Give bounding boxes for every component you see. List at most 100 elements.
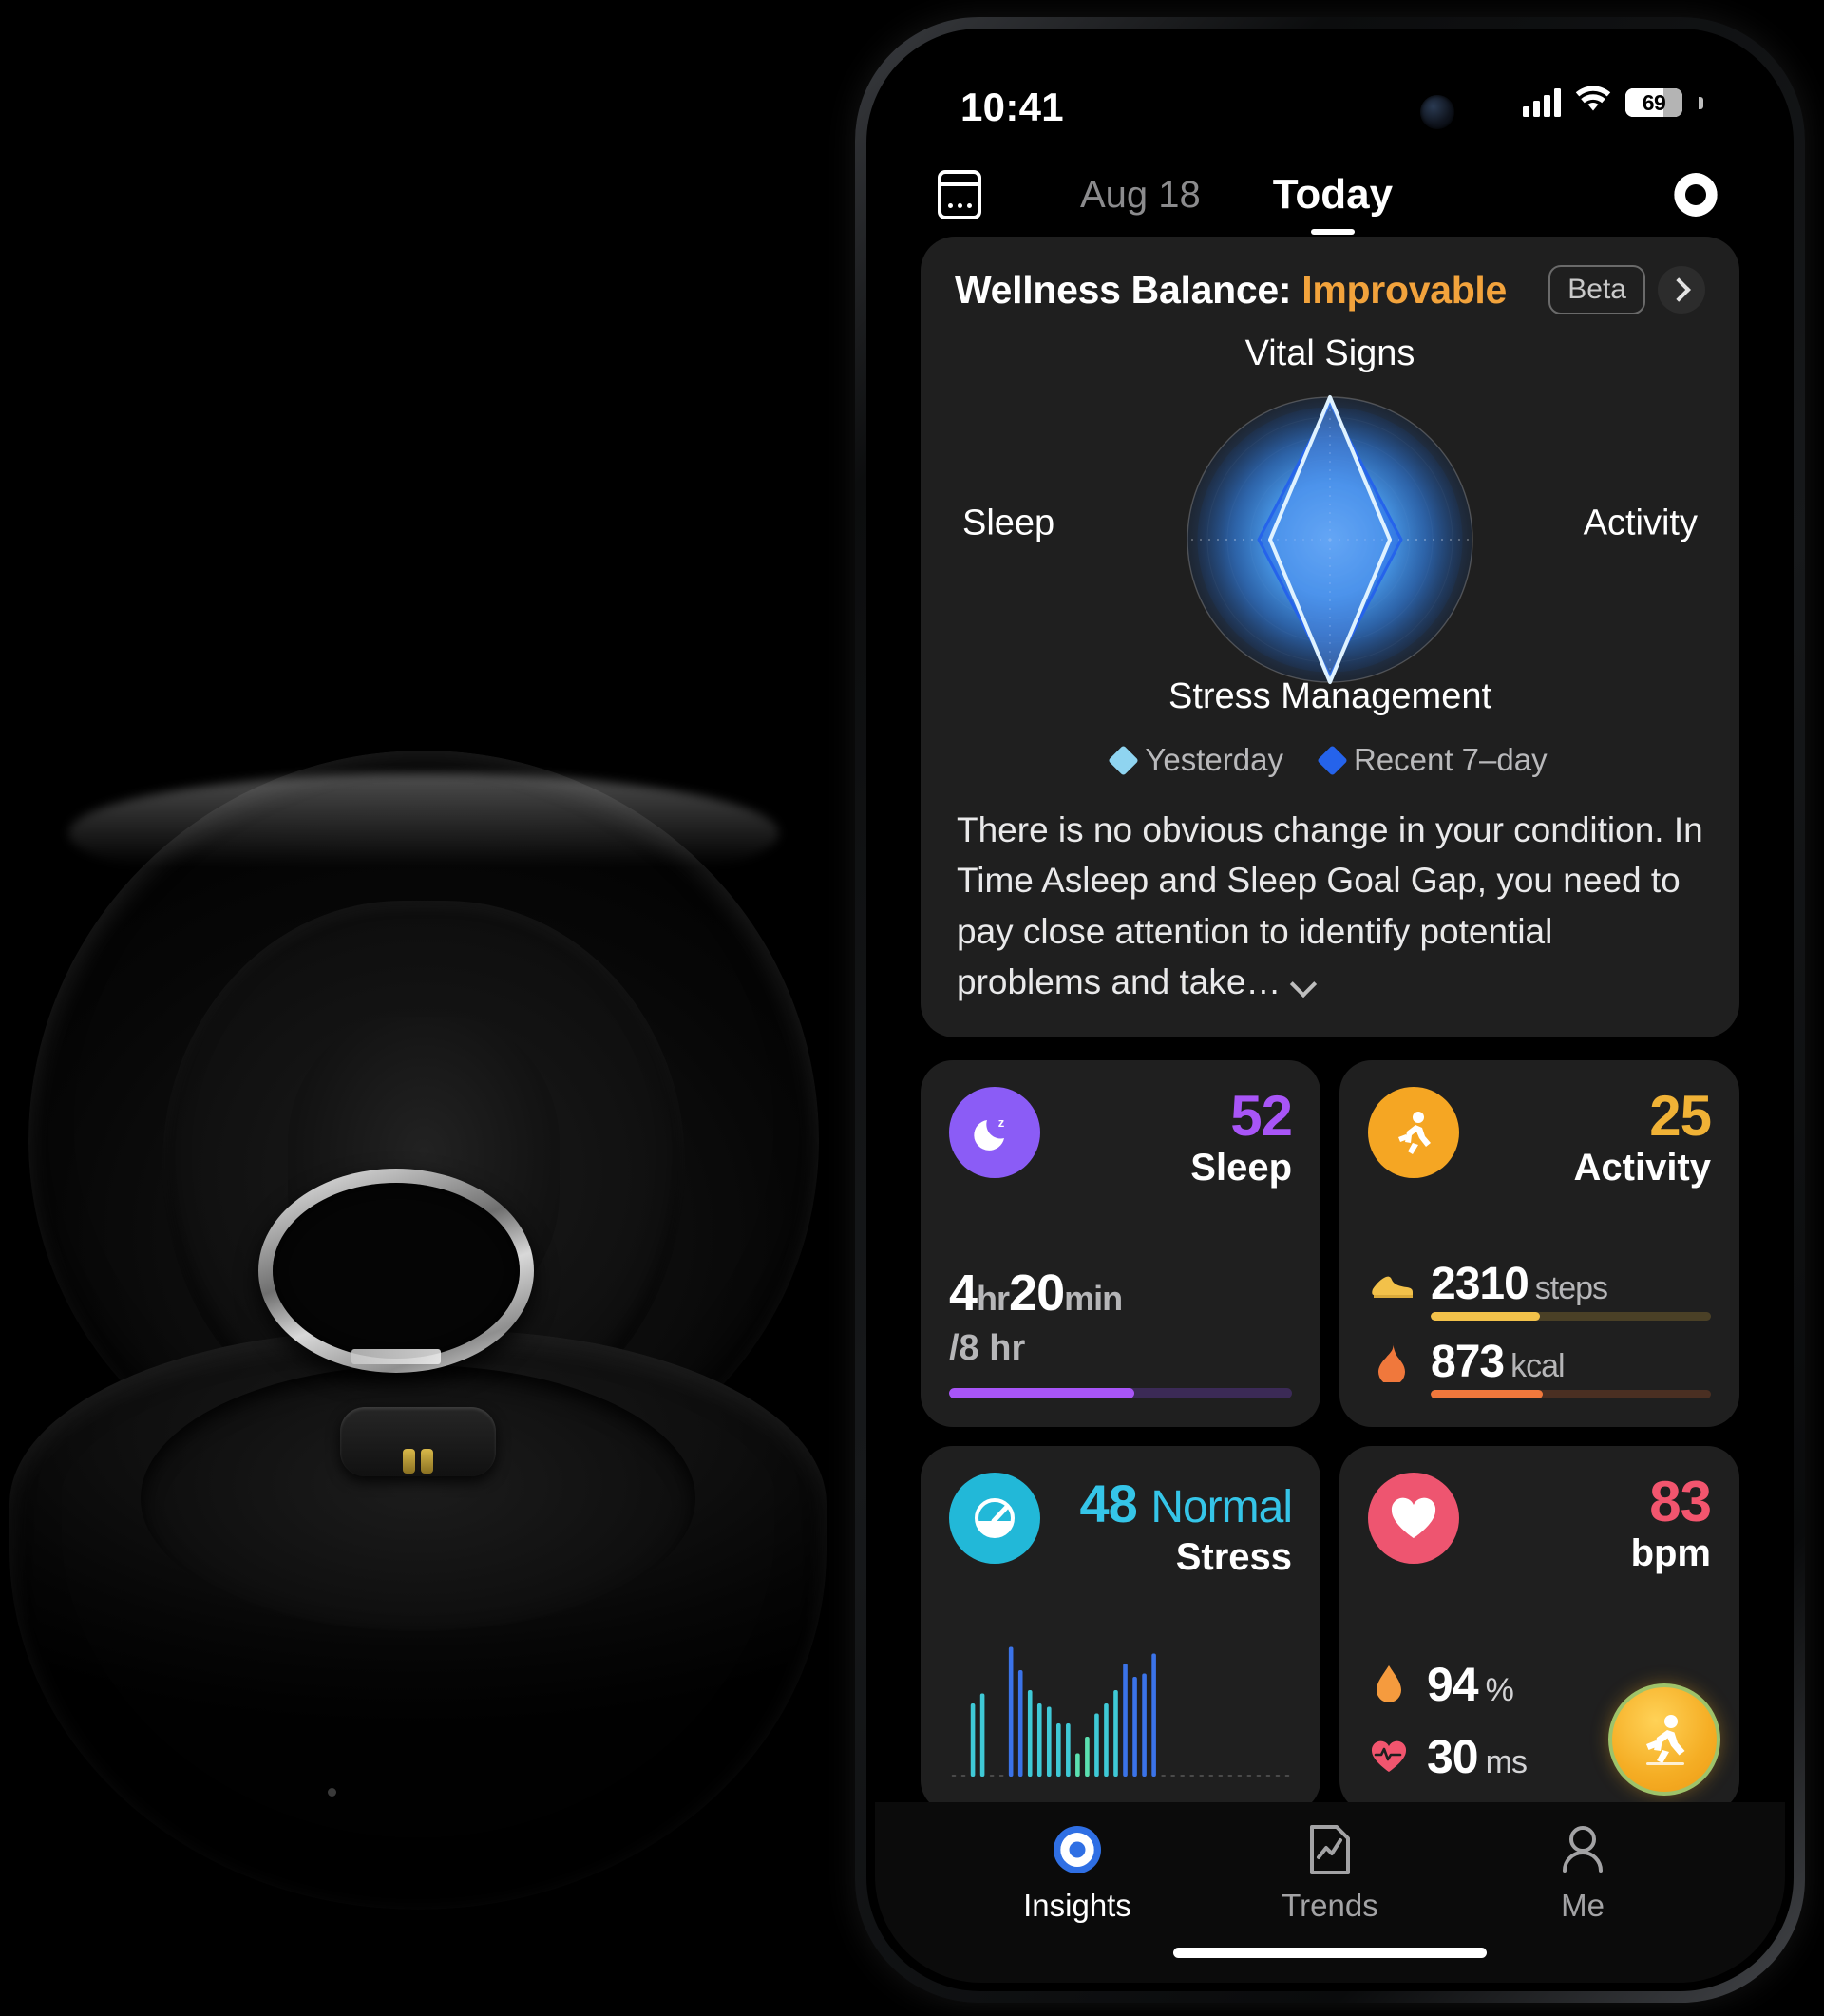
activity-card-header: 25 Activity xyxy=(1368,1084,1712,1189)
stress-score: 48 xyxy=(1079,1474,1137,1534)
wellness-title: Wellness Balance: Improvable xyxy=(955,268,1507,313)
wellness-card-header: Wellness Balance: Improvable Beta xyxy=(949,265,1711,318)
calories-row: 873 kcal xyxy=(1368,1336,1711,1388)
stress-score-block: 48 Normal Stress xyxy=(1079,1473,1293,1579)
sleep-duration: 4hr20min xyxy=(949,1264,1292,1322)
metric-card-grid: z 52 Sleep 4hr20min /8 hr 25 Activity 23… xyxy=(921,1060,1739,1814)
sleep-score: 52 xyxy=(1230,1084,1293,1149)
hrv-unit: ms xyxy=(1485,1744,1528,1781)
wellness-description[interactable]: There is no obvious change in your condi… xyxy=(949,778,1711,1013)
sleep-label: Sleep xyxy=(1190,1147,1292,1189)
sync-ring-icon[interactable] xyxy=(1669,168,1722,221)
stress-card-header: 48 Normal Stress xyxy=(949,1473,1293,1579)
battery-icon: 69 xyxy=(1625,88,1682,117)
sleep-hours-unit: hr xyxy=(977,1279,1010,1319)
tab-insights[interactable]: Insights xyxy=(951,1823,1204,1924)
heart-score-block: 83 bpm xyxy=(1630,1470,1712,1575)
workout-run-icon[interactable] xyxy=(1608,1683,1720,1797)
radar-axis-label-vital-signs: Vital Signs xyxy=(1244,333,1416,373)
tab-today-label: Today xyxy=(1272,171,1394,218)
tab-today[interactable]: Today xyxy=(1272,171,1394,235)
wellness-balance-card[interactable]: Wellness Balance: Improvable Beta Vital … xyxy=(921,237,1739,1038)
person-icon xyxy=(1563,1826,1603,1873)
tab-trends[interactable]: Trends xyxy=(1204,1823,1456,1924)
chevron-down-icon[interactable] xyxy=(1290,970,1318,998)
home-indicator xyxy=(1173,1948,1487,1958)
moon-sleep-icon: z xyxy=(949,1087,1040,1179)
legend-swatch-recent xyxy=(1317,744,1348,776)
charger-pin-left xyxy=(402,1449,415,1474)
steps-unit: steps xyxy=(1534,1270,1608,1307)
chevron-right-icon[interactable] xyxy=(1658,266,1705,314)
tab-insights-label: Insights xyxy=(1023,1888,1131,1923)
tab-trends-label: Trends xyxy=(1282,1888,1378,1923)
heart-card-header: 83 bpm xyxy=(1368,1470,1712,1575)
wellness-radar-chart: Vital Signs Activity Stress Management S… xyxy=(949,333,1711,716)
calendar-icon[interactable] xyxy=(938,170,981,219)
tab-active-underline xyxy=(1310,229,1355,235)
sneaker-icon xyxy=(1368,1270,1416,1299)
heart-pulse-icon xyxy=(1368,1740,1410,1773)
calories-progress-fill xyxy=(1431,1390,1543,1399)
wellness-description-text: There is no obvious change in your condi… xyxy=(957,810,1703,1001)
steps-value-block: 2310 steps xyxy=(1431,1258,1608,1310)
bottom-tab-bar: Insights Trends Me xyxy=(875,1802,1785,1983)
sleep-minutes-unit: min xyxy=(1064,1279,1123,1319)
wellness-status: Improvable xyxy=(1302,267,1508,312)
heart-rate-card[interactable]: 83 bpm 94 % 30 ms xyxy=(1340,1446,1739,1814)
legend-item-yesterday: Yesterday xyxy=(1108,742,1283,778)
heart-icon xyxy=(1368,1473,1459,1565)
smart-ring-charger-product-photo xyxy=(0,0,855,2016)
charger-contact-puck xyxy=(340,1407,496,1477)
hrv-value: 30 xyxy=(1427,1730,1479,1784)
sleep-card-footer: 4hr20min /8 hr xyxy=(949,1264,1292,1399)
charger-led-indicator xyxy=(328,1787,337,1797)
stress-score-line: 48 Normal xyxy=(1079,1473,1293,1534)
hrv-row: 30 ms xyxy=(1368,1729,1587,1784)
sleep-card[interactable]: z 52 Sleep 4hr20min /8 hr xyxy=(921,1060,1320,1428)
spo2-value: 94 xyxy=(1427,1658,1479,1712)
charger-pin-right xyxy=(421,1449,434,1474)
calories-progress-bar xyxy=(1431,1390,1711,1399)
battery-nub-icon xyxy=(1699,96,1703,109)
stress-label: Stress xyxy=(1175,1536,1292,1579)
screenshot-root: 10:41 69 Aug 18 Today Wellness Balance: … xyxy=(0,0,1824,2016)
radar-legend: Yesterday Recent 7–day xyxy=(949,742,1711,778)
steps-value: 2310 xyxy=(1431,1259,1530,1310)
scroll-content: Wellness Balance: Improvable Beta Vital … xyxy=(875,237,1785,1814)
status-time: 10:41 xyxy=(960,85,1064,129)
status-indicators: 69 xyxy=(1523,86,1703,119)
stress-card[interactable]: 48 Normal Stress xyxy=(921,1446,1320,1814)
front-camera-icon xyxy=(1420,95,1454,129)
tab-previous-date[interactable]: Aug 18 xyxy=(1080,174,1201,217)
steps-progress-fill xyxy=(1431,1312,1541,1322)
heart-rate-value: 83 xyxy=(1649,1470,1712,1534)
spo2-unit: % xyxy=(1485,1672,1514,1709)
status-bar: 10:41 69 xyxy=(875,37,1785,149)
charger-case-base xyxy=(10,1330,826,1910)
smart-ring xyxy=(258,1169,534,1373)
sleep-goal: /8 hr xyxy=(949,1328,1026,1369)
heart-rate-unit: bpm xyxy=(1630,1532,1711,1575)
legend-label-recent: Recent 7–day xyxy=(1353,742,1548,777)
beta-badge: Beta xyxy=(1548,265,1645,314)
insights-ring-icon xyxy=(1054,1826,1101,1873)
legend-label-yesterday: Yesterday xyxy=(1145,742,1283,777)
calories-value-block: 873 kcal xyxy=(1431,1336,1566,1388)
activity-score: 25 xyxy=(1649,1084,1712,1149)
tab-me[interactable]: Me xyxy=(1456,1823,1709,1924)
legend-item-recent-7-day: Recent 7–day xyxy=(1317,742,1548,778)
battery-percent-label: 69 xyxy=(1642,89,1666,115)
activity-card[interactable]: 25 Activity 2310 steps 873 kcal xyxy=(1340,1060,1739,1428)
phone-device: 10:41 69 Aug 18 Today Wellness Balance: … xyxy=(855,17,1805,2003)
trends-chart-icon xyxy=(1310,1825,1350,1874)
sleep-progress-fill xyxy=(949,1388,1134,1399)
blood-drop-icon xyxy=(1368,1664,1410,1704)
tab-me-label: Me xyxy=(1561,1888,1605,1923)
calories-unit: kcal xyxy=(1510,1348,1565,1385)
stress-level: Normal xyxy=(1150,1482,1293,1533)
smart-ring-contacts xyxy=(352,1349,441,1364)
stress-sparkline-chart xyxy=(949,1644,1292,1786)
sleep-minutes: 20 xyxy=(1009,1265,1065,1322)
charger-base-well xyxy=(140,1364,696,1632)
